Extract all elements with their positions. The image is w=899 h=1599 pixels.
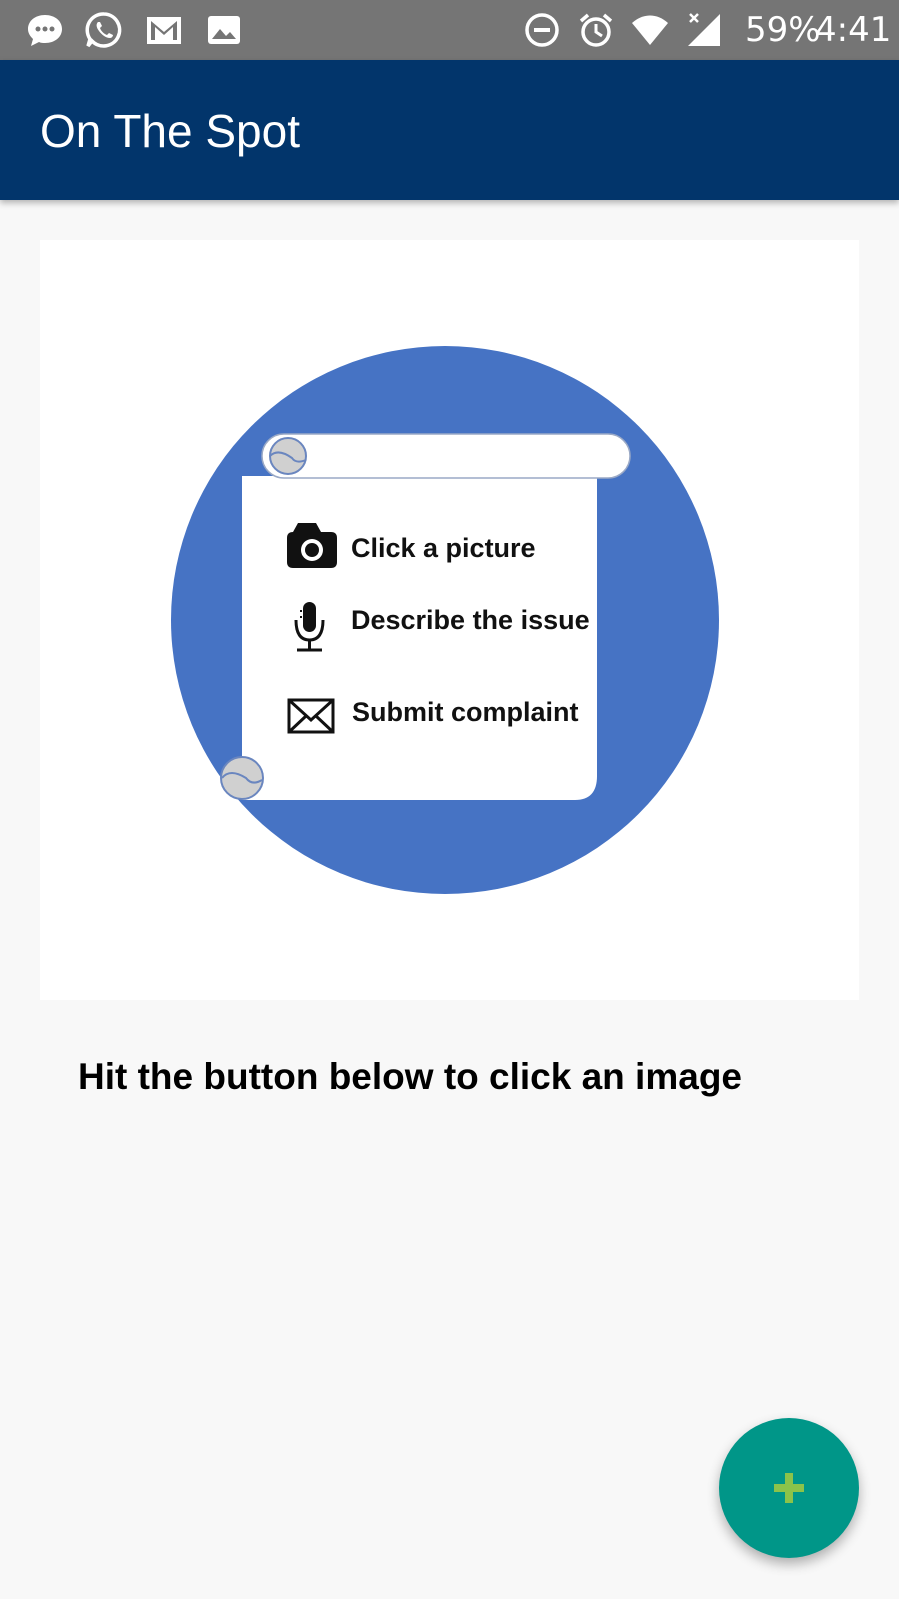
step-label-describe: Describe the issue [351, 605, 590, 635]
add-photo-fab[interactable] [719, 1418, 859, 1558]
step-label-picture: Click a picture [351, 533, 536, 563]
scroll-bottom-curl [220, 756, 264, 800]
gmail-icon [144, 10, 184, 50]
wifi-icon [630, 10, 670, 50]
whatsapp-icon [84, 10, 124, 50]
image-icon [204, 10, 244, 50]
signal-icon [684, 10, 724, 50]
scroll-top-roll [261, 433, 631, 479]
plus-icon [774, 1473, 804, 1503]
app-title: On The Spot [40, 105, 300, 157]
scroll-body [242, 476, 597, 800]
do-not-disturb-icon [522, 10, 562, 50]
clock-time: 4:41 [815, 10, 892, 50]
instruction-text: Hit the button below to click an image [78, 1056, 742, 1097]
app-bar: On The Spot [0, 60, 899, 200]
alarm-icon [576, 10, 616, 50]
chat-bubble-icon [25, 10, 65, 50]
status-bar: 59% 4:41 [0, 0, 899, 60]
step-label-submit: Submit complaint [352, 697, 579, 727]
hero-illustration: Click a picture Describe the issue Submi… [40, 240, 859, 1000]
envelope-icon [287, 698, 335, 734]
battery-percentage: 59% [745, 10, 821, 50]
